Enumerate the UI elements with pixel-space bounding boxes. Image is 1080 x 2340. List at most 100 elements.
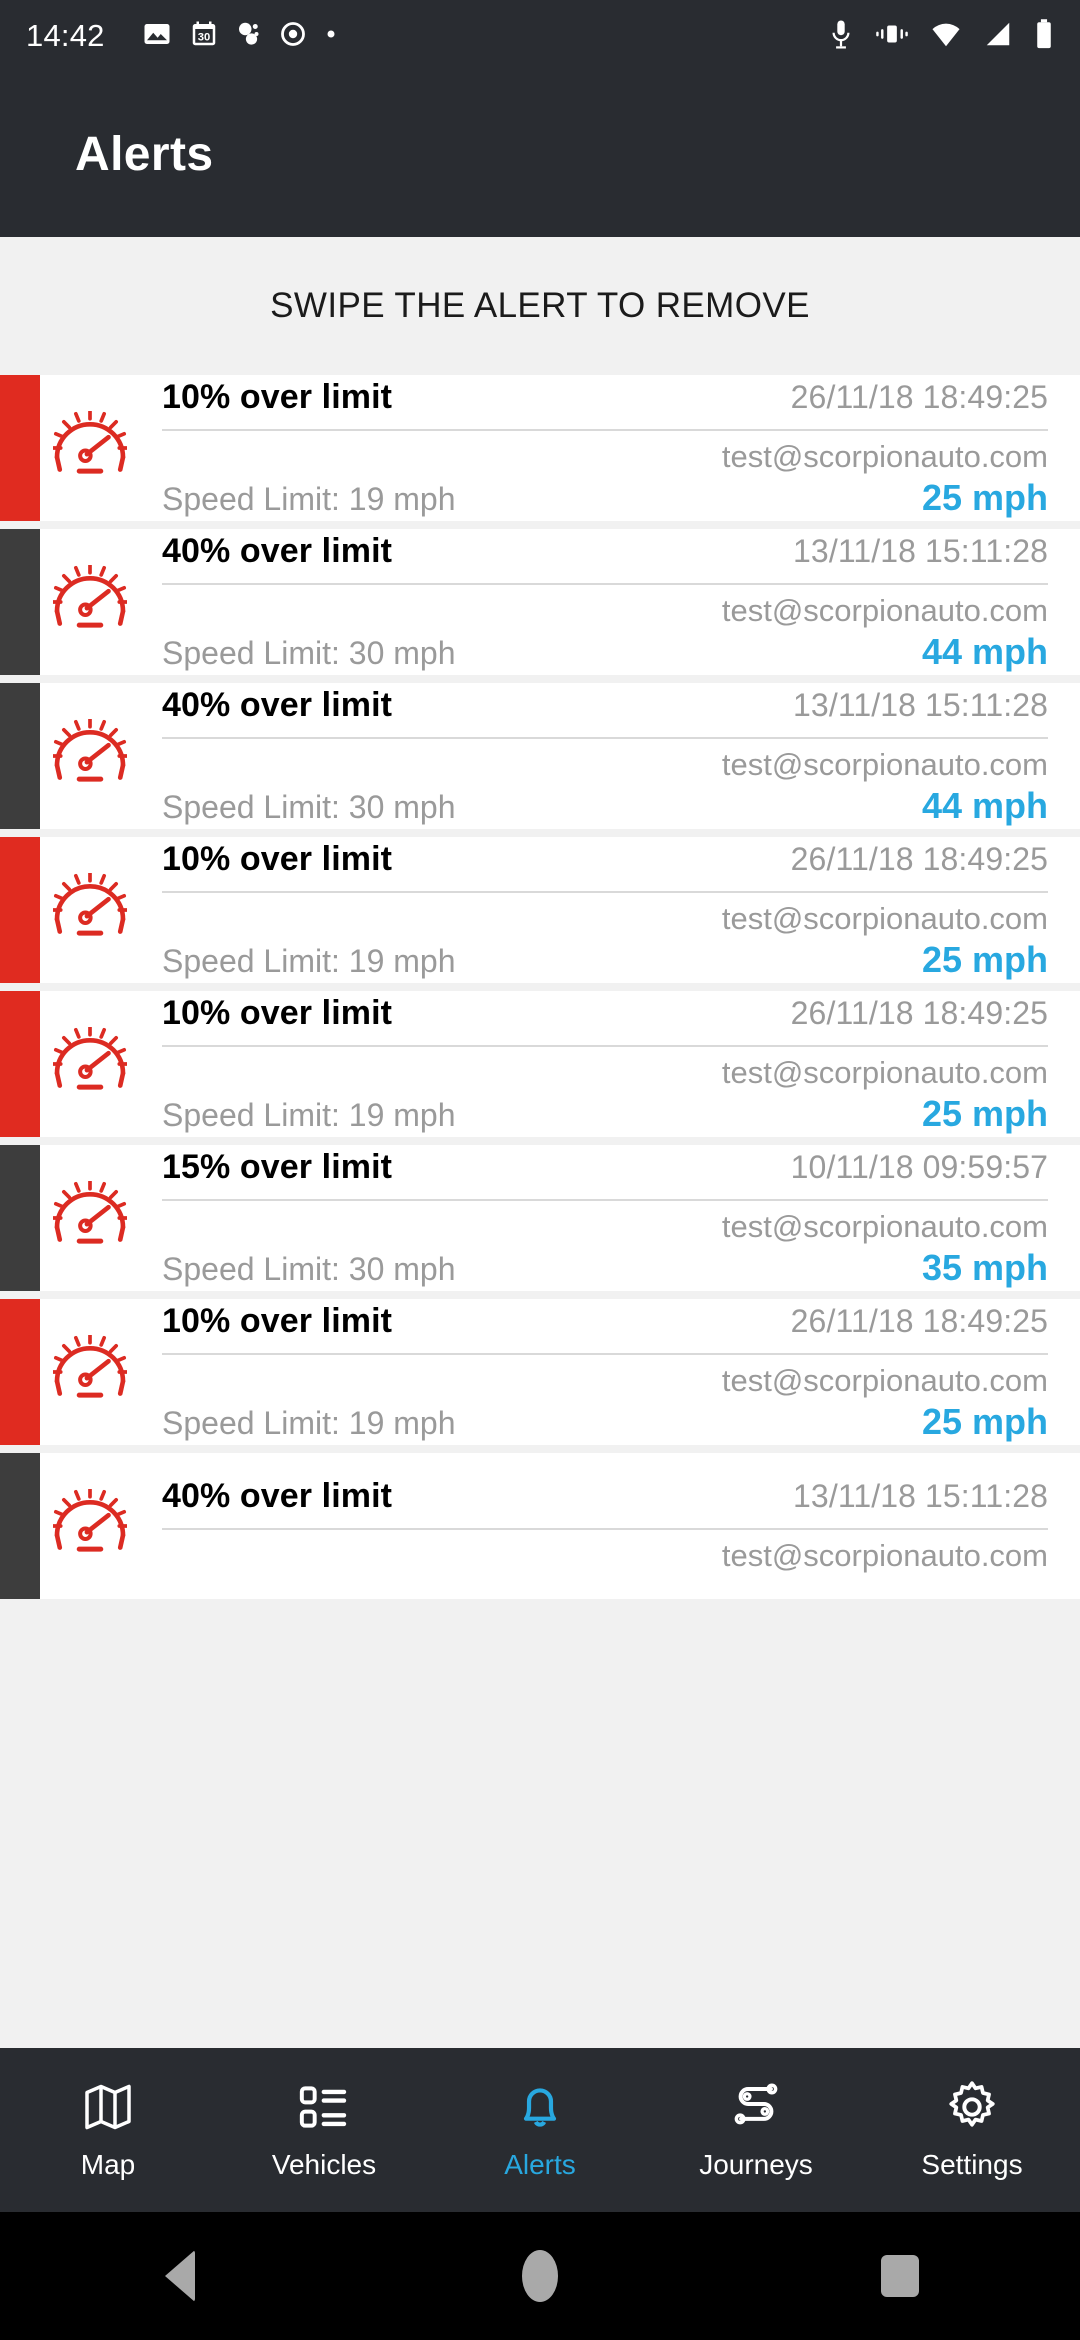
alert-body: 10% over limit 26/11/18 18:49:25 test@sc… (140, 837, 1080, 983)
vibrate-icon (875, 19, 909, 54)
alert-severity-stripe (0, 837, 40, 983)
alert-timestamp: 13/11/18 15:11:28 (793, 1477, 1048, 1514)
alert-email: test@scorpionauto.com (721, 900, 1048, 936)
alert-email-row: test@scorpionauto.com (162, 739, 1048, 783)
bottom-navigation: Map Vehicles Alerts Journeys Settings (0, 2048, 1080, 2212)
alert-body: 40% over limit 13/11/18 15:11:28 test@sc… (140, 529, 1080, 675)
alert-body: 40% over limit 13/11/18 15:11:28 test@sc… (140, 683, 1080, 829)
nav-item-settings[interactable]: Settings (864, 2079, 1080, 2181)
nav-item-label: Journeys (699, 2149, 813, 2180)
alert-email-row: test@scorpionauto.com (162, 1355, 1048, 1399)
alert-timestamp: 26/11/18 18:49:25 (790, 994, 1048, 1031)
alert-speed-row: Speed Limit: 30 mph 35 mph (162, 1245, 1048, 1289)
app-root: 14:42 30 Alerts SWIPE THE ALERT TO REMOV… (0, 0, 1080, 2340)
alert-speed-row: Speed Limit: 19 mph 25 mph (162, 1091, 1048, 1135)
alert-severity-stripe (0, 1145, 40, 1291)
calendar-30-icon: 30 (189, 19, 219, 54)
alert-card[interactable]: 10% over limit 26/11/18 18:49:25 test@sc… (0, 837, 1080, 983)
page-title: Alerts (75, 128, 214, 181)
swipe-hint-banner: SWIPE THE ALERT TO REMOVE (0, 237, 1080, 375)
speedometer-icon (40, 1299, 140, 1445)
image-icon (142, 19, 172, 54)
alert-speed-limit: Speed Limit: 30 mph (162, 1250, 456, 1287)
android-system-nav (0, 2212, 1080, 2340)
alert-email-row: test@scorpionauto.com (162, 1201, 1048, 1245)
alert-card[interactable]: 10% over limit 26/11/18 18:49:25 test@sc… (0, 991, 1080, 1137)
speedometer-icon (40, 1453, 140, 1599)
alert-speed-limit: Speed Limit: 30 mph (162, 788, 456, 825)
speedometer-icon (40, 837, 140, 983)
nav-item-journeys[interactable]: Journeys (648, 2079, 864, 2181)
speedometer-icon (40, 529, 140, 675)
alert-recorded-speed: 44 mph (921, 630, 1048, 672)
alert-title: 10% over limit (162, 377, 393, 416)
alert-severity-stripe (0, 375, 40, 521)
speedometer-icon (40, 683, 140, 829)
status-bar-left: 14:42 30 (26, 18, 338, 54)
alert-timestamp: 26/11/18 18:49:25 (790, 1302, 1048, 1339)
alert-speed-row (162, 1574, 1048, 1576)
alert-title: 40% over limit (162, 685, 393, 724)
alert-speed-limit: Speed Limit: 30 mph (162, 634, 456, 671)
nav-item-vehicles[interactable]: Vehicles (216, 2079, 432, 2181)
speedometer-icon (40, 991, 140, 1137)
alert-email-row: test@scorpionauto.com (162, 1530, 1048, 1574)
svg-text:30: 30 (197, 31, 210, 43)
alert-body: 15% over limit 10/11/18 09:59:57 test@sc… (140, 1145, 1080, 1291)
back-button[interactable] (120, 2250, 240, 2302)
alert-body: 10% over limit 26/11/18 18:49:25 test@sc… (140, 991, 1080, 1137)
status-bar: 14:42 30 (0, 0, 1080, 72)
alert-severity-stripe (0, 683, 40, 829)
bell-icon (512, 2079, 568, 2135)
nav-item-label: Alerts (504, 2149, 576, 2180)
alert-title: 10% over limit (162, 1301, 393, 1340)
dots-icon (236, 19, 262, 54)
alert-title: 40% over limit (162, 1476, 393, 1515)
app-header: Alerts (0, 72, 1080, 237)
speedometer-icon (40, 375, 140, 521)
alert-recorded-speed: 25 mph (921, 1400, 1048, 1442)
swipe-hint-text: SWIPE THE ALERT TO REMOVE (270, 286, 810, 325)
alert-timestamp: 10/11/18 09:59:57 (790, 1148, 1048, 1185)
alert-header-row: 10% over limit 26/11/18 18:49:25 (162, 840, 1048, 891)
alert-header-row: 40% over limit 13/11/18 15:11:28 (162, 532, 1048, 583)
alert-body: 10% over limit 26/11/18 18:49:25 test@sc… (140, 375, 1080, 521)
alert-header-row: 15% over limit 10/11/18 09:59:57 (162, 1148, 1048, 1199)
recents-button[interactable] (840, 2255, 960, 2297)
alert-card[interactable]: 40% over limit 13/11/18 15:11:28 test@sc… (0, 529, 1080, 675)
alert-timestamp: 26/11/18 18:49:25 (790, 840, 1048, 877)
alert-severity-stripe (0, 1299, 40, 1445)
alert-timestamp: 13/11/18 15:11:28 (793, 686, 1048, 723)
home-button[interactable] (480, 2250, 600, 2302)
alert-recorded-speed: 25 mph (921, 938, 1048, 980)
nav-item-alerts[interactable]: Alerts (432, 2079, 648, 2181)
alert-card[interactable]: 40% over limit 13/11/18 15:11:28 test@sc… (0, 1453, 1080, 1599)
alert-header-row: 40% over limit 13/11/18 15:11:28 (162, 1477, 1048, 1528)
alert-speed-row: Speed Limit: 30 mph 44 mph (162, 629, 1048, 673)
alert-email-row: test@scorpionauto.com (162, 893, 1048, 937)
alert-card[interactable]: 40% over limit 13/11/18 15:11:28 test@sc… (0, 683, 1080, 829)
nav-item-map[interactable]: Map (0, 2079, 216, 2181)
alert-header-row: 10% over limit 26/11/18 18:49:25 (162, 994, 1048, 1045)
alert-severity-stripe (0, 991, 40, 1137)
alert-body: 40% over limit 13/11/18 15:11:28 test@sc… (140, 1453, 1080, 1599)
alert-header-row: 10% over limit 26/11/18 18:49:25 (162, 1302, 1048, 1353)
alert-header-row: 40% over limit 13/11/18 15:11:28 (162, 686, 1048, 737)
alert-email: test@scorpionauto.com (721, 1537, 1048, 1573)
map-icon (80, 2079, 136, 2135)
alert-email-row: test@scorpionauto.com (162, 1047, 1048, 1091)
signal-icon (983, 19, 1013, 54)
alert-email: test@scorpionauto.com (721, 1362, 1048, 1398)
battery-icon (1034, 18, 1054, 55)
alert-recorded-speed: 44 mph (921, 784, 1048, 826)
alert-card[interactable]: 10% over limit 26/11/18 18:49:25 test@sc… (0, 375, 1080, 521)
alert-timestamp: 13/11/18 15:11:28 (793, 532, 1048, 569)
wifi-icon (930, 19, 962, 54)
nav-item-label: Settings (921, 2149, 1023, 2180)
nav-item-label: Vehicles (271, 2149, 377, 2180)
route-icon (728, 2079, 784, 2135)
alert-card[interactable]: 10% over limit 26/11/18 18:49:25 test@sc… (0, 1299, 1080, 1445)
alert-card[interactable]: 15% over limit 10/11/18 09:59:57 test@sc… (0, 1145, 1080, 1291)
alert-list[interactable]: 10% over limit 26/11/18 18:49:25 test@sc… (0, 375, 1080, 2048)
alert-recorded-speed: 25 mph (921, 1092, 1048, 1134)
